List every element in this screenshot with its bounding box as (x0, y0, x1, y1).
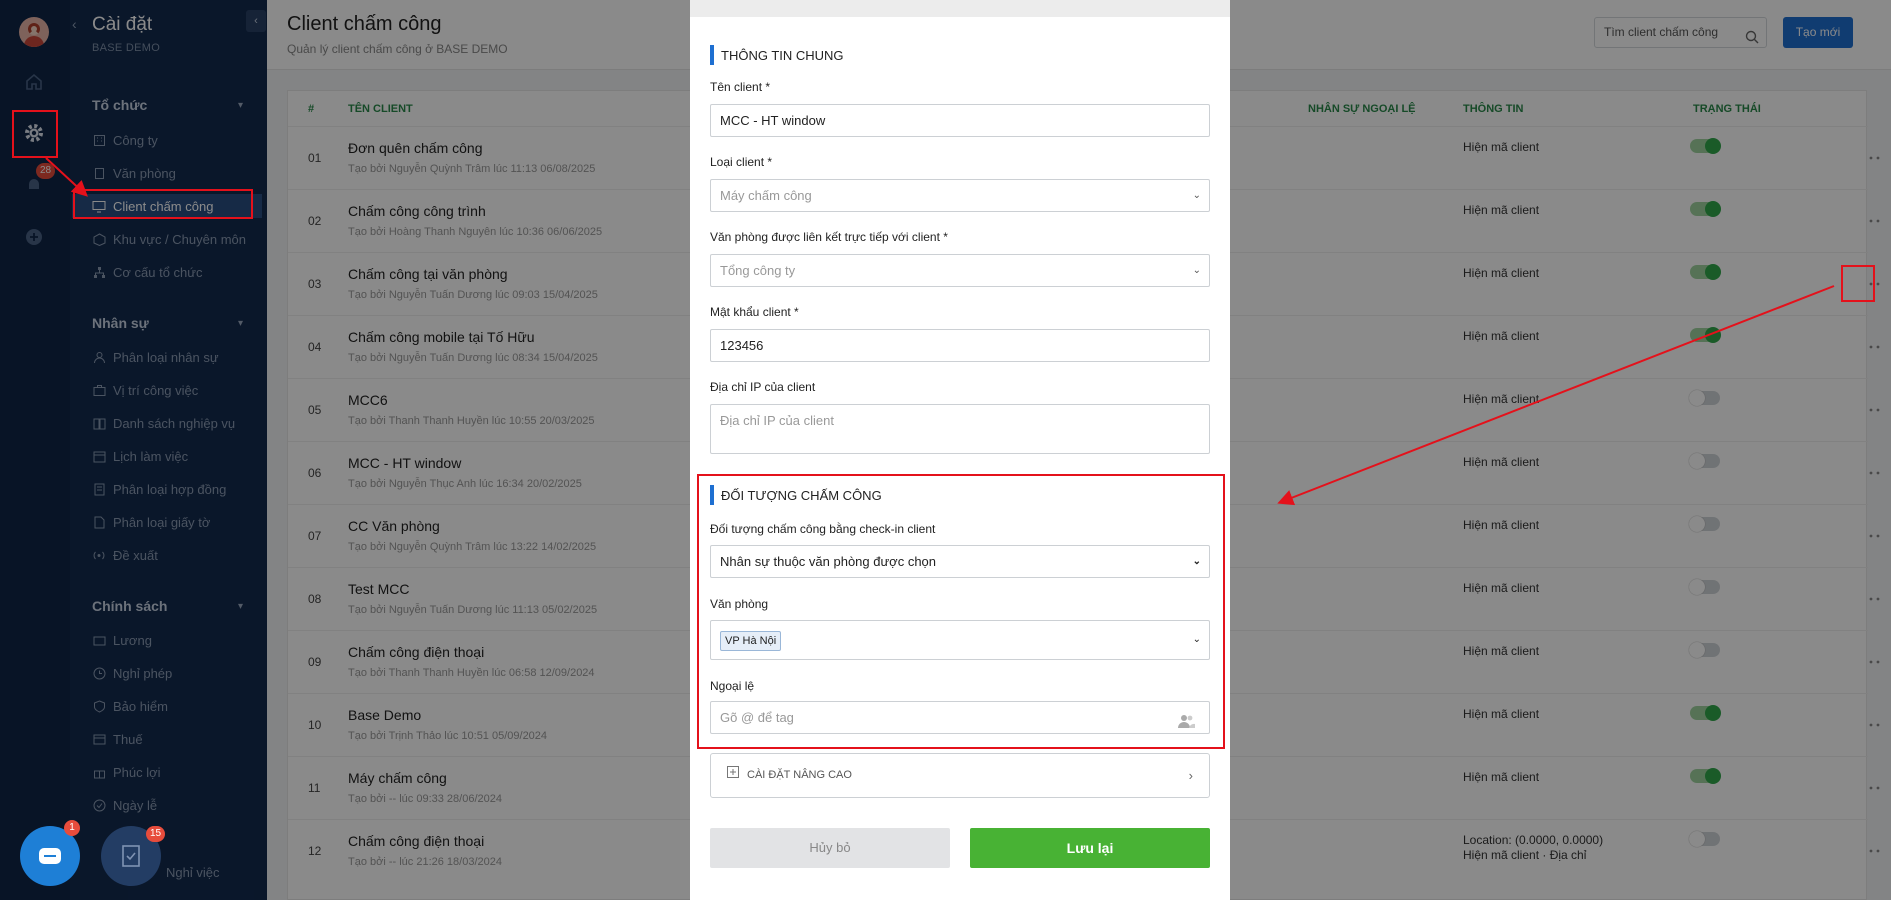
annotation-arrows (45, 157, 1835, 506)
